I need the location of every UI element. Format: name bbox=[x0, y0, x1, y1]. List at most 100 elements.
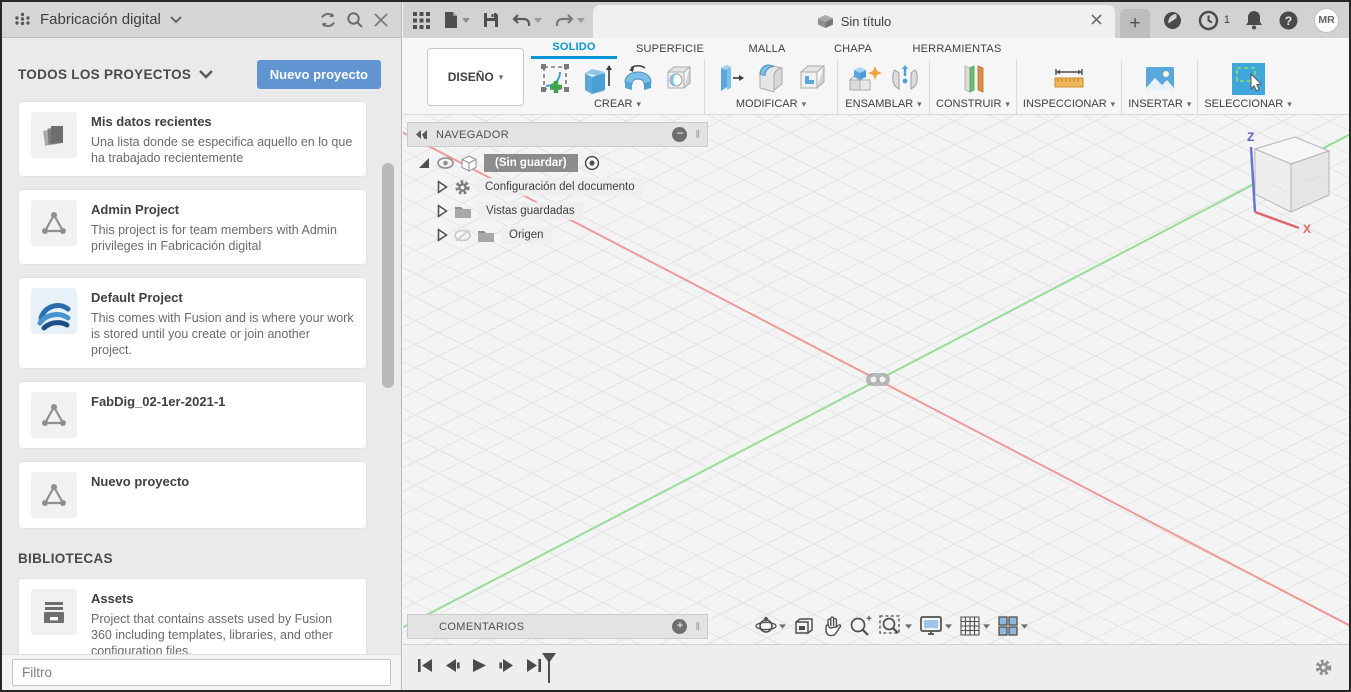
search-icon[interactable] bbox=[346, 11, 364, 29]
press-pull-icon[interactable] bbox=[711, 60, 749, 98]
fillet-icon[interactable] bbox=[752, 60, 790, 98]
pan-icon[interactable] bbox=[822, 615, 842, 637]
help-icon[interactable]: ? bbox=[1278, 10, 1299, 31]
add-comment-icon[interactable]: + bbox=[672, 619, 688, 634]
create-sketch-icon[interactable] bbox=[537, 60, 575, 98]
look-at-icon[interactable] bbox=[793, 616, 815, 636]
orbit-icon[interactable] bbox=[755, 615, 786, 637]
data-panel-scrollbar[interactable] bbox=[382, 163, 394, 388]
visibility-eye-icon[interactable] bbox=[437, 157, 454, 169]
expand-closed-icon[interactable] bbox=[437, 204, 448, 218]
minimize-panel-icon[interactable]: − bbox=[672, 127, 688, 142]
new-component-icon[interactable] bbox=[844, 60, 884, 98]
redo-icon[interactable] bbox=[555, 13, 585, 28]
filter-input[interactable] bbox=[12, 659, 391, 686]
step-back-icon[interactable] bbox=[444, 657, 461, 679]
save-icon[interactable] bbox=[483, 12, 499, 28]
project-icon bbox=[31, 472, 77, 518]
close-panel-icon[interactable] bbox=[373, 12, 389, 28]
group-seleccionar-dropdown[interactable]: SELECCIONAR ▾ bbox=[1204, 98, 1291, 115]
tab-herramientas[interactable]: HERRAMIENTAS bbox=[895, 38, 1019, 59]
zoom-window-icon[interactable] bbox=[879, 615, 912, 637]
tree-item-named-views[interactable]: Vistas guardadas bbox=[417, 199, 643, 223]
tree-root-row[interactable]: (Sin guardar) bbox=[417, 151, 643, 175]
skip-to-start-icon[interactable] bbox=[417, 657, 434, 679]
collapse-panel-icon[interactable] bbox=[415, 130, 428, 139]
project-card-default[interactable]: Default Project This comes with Fusion a… bbox=[18, 277, 367, 369]
measure-icon[interactable] bbox=[1049, 60, 1089, 98]
expand-closed-icon[interactable] bbox=[437, 228, 448, 242]
expand-closed-icon[interactable] bbox=[437, 180, 448, 194]
expand-open-icon[interactable] bbox=[417, 156, 431, 170]
project-card-recent[interactable]: Mis datos recientes Una lista donde se e… bbox=[18, 101, 367, 177]
panel-grip-handle[interactable]: ‖ bbox=[695, 621, 700, 633]
job-status-icon[interactable]: 1 bbox=[1198, 10, 1230, 31]
group-construir-dropdown[interactable]: CONSTRUIR ▾ bbox=[936, 98, 1010, 115]
group-modificar: MODIFICAR ▾ bbox=[704, 60, 837, 114]
refresh-icon[interactable] bbox=[319, 11, 337, 29]
project-card-fabdig[interactable]: FabDig_02-1er-2021-1 bbox=[18, 381, 367, 449]
document-tab[interactable]: Sin título bbox=[593, 5, 1115, 38]
activate-radio-icon[interactable] bbox=[584, 155, 600, 171]
project-card-nuevo[interactable]: Nuevo proyecto bbox=[18, 461, 367, 529]
group-modificar-dropdown[interactable]: MODIFICAR ▾ bbox=[736, 98, 806, 115]
all-projects-dropdown[interactable]: TODOS LOS PROYECTOS bbox=[18, 67, 214, 82]
group-crear-dropdown[interactable]: CREAR ▾ bbox=[594, 98, 641, 115]
combine-icon[interactable] bbox=[793, 60, 831, 98]
tab-solido[interactable]: SOLIDO bbox=[531, 38, 617, 59]
group-insertar-dropdown[interactable]: INSERTAR ▾ bbox=[1128, 98, 1191, 115]
tree-item-origin[interactable]: Origen bbox=[417, 223, 643, 247]
hub-chevron-down-icon[interactable] bbox=[170, 15, 182, 24]
show-data-panel-icon[interactable] bbox=[413, 11, 430, 29]
navigator-panel-header[interactable]: NAVEGADOR − ‖ bbox=[407, 122, 708, 147]
panel-grip-handle[interactable]: ‖ bbox=[695, 129, 700, 141]
group-label: INSPECCIONAR bbox=[1022, 98, 1107, 110]
extrude-icon[interactable] bbox=[578, 60, 616, 98]
select-icon[interactable] bbox=[1228, 60, 1268, 98]
skip-to-end-icon[interactable] bbox=[525, 657, 542, 679]
revolve-icon[interactable] bbox=[619, 60, 657, 98]
chevron-down-icon bbox=[199, 70, 214, 79]
display-settings-icon[interactable] bbox=[919, 615, 952, 637]
viewports-icon[interactable] bbox=[997, 615, 1028, 637]
notifications-bell-icon[interactable] bbox=[1245, 10, 1263, 30]
hole-icon[interactable] bbox=[660, 60, 698, 98]
tab-malla[interactable]: MALLA bbox=[723, 38, 811, 59]
step-forward-icon[interactable] bbox=[498, 657, 515, 679]
new-project-button[interactable]: Nuevo proyecto bbox=[256, 60, 381, 89]
model-canvas[interactable]: NAVEGADOR − ‖ (Sin guardar) Configuració… bbox=[403, 115, 1349, 644]
tree-item-label: Vistas guardadas bbox=[478, 202, 583, 220]
origin-marker[interactable] bbox=[865, 372, 891, 392]
grid-snap-icon[interactable] bbox=[959, 615, 990, 637]
file-menu-icon[interactable] bbox=[443, 11, 470, 29]
construction-plane-icon[interactable] bbox=[954, 60, 992, 98]
joint-icon[interactable] bbox=[887, 60, 923, 98]
comments-panel-header[interactable]: COMENTARIOS + ‖ bbox=[407, 614, 708, 639]
visibility-off-eye-icon[interactable] bbox=[454, 228, 471, 242]
tab-superficie[interactable]: SUPERFICIE bbox=[617, 38, 723, 59]
extensions-icon[interactable] bbox=[1162, 10, 1183, 31]
group-crear: CREAR ▾ bbox=[531, 60, 704, 114]
workspace-label: DISEÑO bbox=[447, 70, 494, 84]
group-ensamblar-dropdown[interactable]: ENSAMBLAR ▾ bbox=[845, 98, 921, 115]
avatar[interactable]: MR bbox=[1314, 7, 1339, 33]
new-tab-button[interactable]: + bbox=[1120, 9, 1150, 38]
hub-title[interactable]: Fabricación digital bbox=[40, 11, 161, 28]
zoom-icon[interactable] bbox=[849, 615, 872, 637]
undo-icon[interactable] bbox=[512, 13, 542, 28]
tree-item-label: Origen bbox=[501, 226, 552, 244]
tab-chapa[interactable]: CHAPA bbox=[811, 38, 895, 59]
play-icon[interactable] bbox=[471, 657, 488, 679]
project-card-admin[interactable]: Admin Project This project is for team m… bbox=[18, 189, 367, 265]
close-tab-icon[interactable] bbox=[1090, 13, 1103, 31]
root-document-label[interactable]: (Sin guardar) bbox=[484, 154, 578, 172]
timeline-position-marker[interactable] bbox=[541, 652, 557, 689]
group-inspeccionar-dropdown[interactable]: INSPECCIONAR ▾ bbox=[1023, 98, 1115, 115]
workspace-selector[interactable]: DISEÑO ▾ bbox=[427, 48, 524, 106]
tree-item-document-settings[interactable]: Configuración del documento bbox=[417, 175, 643, 199]
insert-image-icon[interactable] bbox=[1141, 60, 1179, 98]
card-description: This project is for team members with Ad… bbox=[91, 223, 337, 253]
viewcube[interactable]: ······ ······ Z X bbox=[1225, 125, 1335, 238]
app-bar-left-tools bbox=[413, 2, 585, 38]
timeline-settings-gear-icon[interactable] bbox=[1314, 658, 1333, 682]
